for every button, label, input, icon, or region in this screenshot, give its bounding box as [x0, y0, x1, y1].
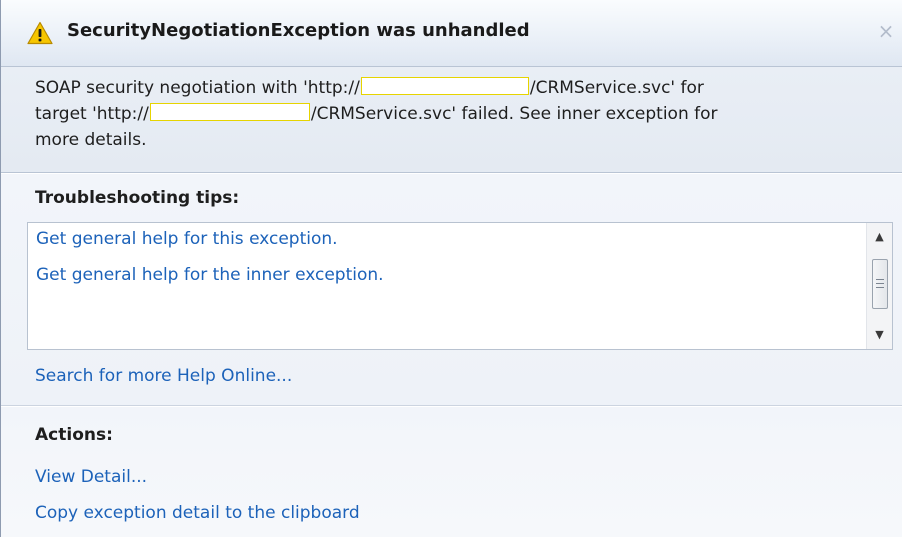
message-line-3: more details.	[35, 130, 147, 150]
copy-exception-detail-link[interactable]: Copy exception detail to the clipboard	[35, 503, 360, 523]
message-line-1: SOAP security negotiation with 'http:// /…	[35, 77, 704, 99]
title-bar: SecurityNegotiationException was unhandl…	[1, 0, 902, 67]
tip-link-inner-exception-help[interactable]: Get general help for the inner exception…	[36, 265, 384, 285]
exception-message: SOAP security negotiation with 'http:// /…	[1, 67, 902, 173]
search-help-online-link[interactable]: Search for more Help Online...	[35, 366, 292, 386]
exception-assistant-dialog: SecurityNegotiationException was unhandl…	[0, 0, 902, 537]
dialog-title: SecurityNegotiationException was unhandl…	[67, 20, 530, 41]
actions-section: Actions: View Detail... Copy exception d…	[1, 407, 902, 537]
troubleshooting-heading: Troubleshooting tips:	[35, 188, 240, 208]
grip-line	[876, 287, 884, 288]
troubleshooting-section: Troubleshooting tips: Get general help f…	[1, 174, 902, 406]
message-line-1-prefix: SOAP security negotiation with 'http://	[35, 78, 360, 98]
message-line-2-suffix: /CRMService.svc' failed. See inner excep…	[310, 104, 718, 124]
view-detail-link[interactable]: View Detail...	[35, 467, 147, 487]
tips-scrollbar[interactable]: ▲ ▼	[866, 223, 892, 349]
message-line-2: target 'http:// /CRMService.svc' failed. …	[35, 103, 718, 125]
grip-line	[876, 283, 884, 284]
close-icon[interactable]: ×	[877, 20, 895, 42]
tip-link-general-help[interactable]: Get general help for this exception.	[36, 229, 338, 249]
redacted-host	[149, 103, 310, 121]
scroll-up-arrow-icon[interactable]: ▲	[867, 227, 892, 247]
scroll-thumb[interactable]	[872, 259, 888, 309]
warning-icon	[27, 21, 53, 45]
message-line-1-suffix: /CRMService.svc' for	[529, 78, 704, 98]
grip-line	[876, 279, 884, 280]
scroll-down-arrow-icon[interactable]: ▼	[867, 325, 892, 345]
actions-heading: Actions:	[35, 425, 113, 445]
message-line-2-prefix: target 'http://	[35, 104, 149, 124]
troubleshooting-tips-list[interactable]: Get general help for this exception. Get…	[27, 222, 893, 350]
redacted-host	[360, 77, 529, 95]
